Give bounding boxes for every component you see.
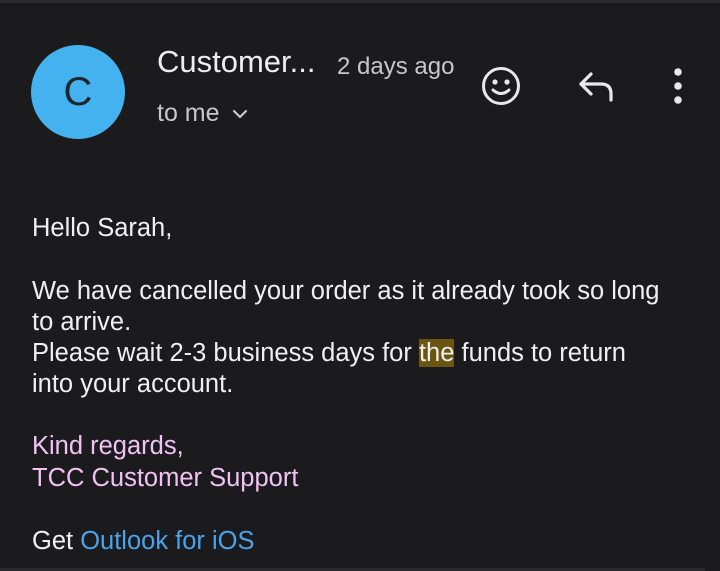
smiley-face-icon xyxy=(482,67,520,105)
reply-arrow-icon xyxy=(579,72,613,102)
message-time: 2 days ago xyxy=(337,53,455,80)
outlook-ios-link[interactable]: Outlook for iOS xyxy=(80,527,254,555)
vertical-ellipsis-icon xyxy=(674,68,682,104)
recipient-label: to me xyxy=(157,99,220,127)
recipient-toggle[interactable]: to me xyxy=(157,99,248,128)
footer-prefix: Get xyxy=(32,527,81,555)
top-divider xyxy=(0,0,720,3)
email-footer: Get Outlook for iOS xyxy=(32,526,255,557)
message-line: We have cancelled your order as it alrea… xyxy=(32,277,660,305)
message-line: Please wait 2-3 business days for the fu… xyxy=(32,338,626,369)
greeting-text: Hello Sarah, xyxy=(32,214,173,242)
signature-text: TCC Customer Support xyxy=(32,464,299,492)
message-paragraph-1: We have cancelled your order as it alrea… xyxy=(32,276,659,338)
message-line: to arrive. xyxy=(32,308,132,336)
highlighted-word[interactable]: the xyxy=(418,339,455,367)
emoji-reaction-button[interactable] xyxy=(479,64,523,108)
sender-name[interactable]: Customer... xyxy=(157,44,316,80)
sender-avatar[interactable]: C xyxy=(31,45,125,139)
more-options-button[interactable] xyxy=(664,62,692,110)
signoff-text: Kind regards, xyxy=(32,432,184,460)
reply-button[interactable] xyxy=(572,64,620,108)
chevron-down-icon xyxy=(232,109,247,118)
message-text: funds to return xyxy=(454,339,626,367)
message-text: Please wait 2-3 business days for xyxy=(32,339,419,367)
message-line: into your account. xyxy=(32,370,234,398)
avatar-letter: C xyxy=(63,70,93,114)
message-paragraph-2: Please wait 2-3 business days for the fu… xyxy=(32,338,626,400)
